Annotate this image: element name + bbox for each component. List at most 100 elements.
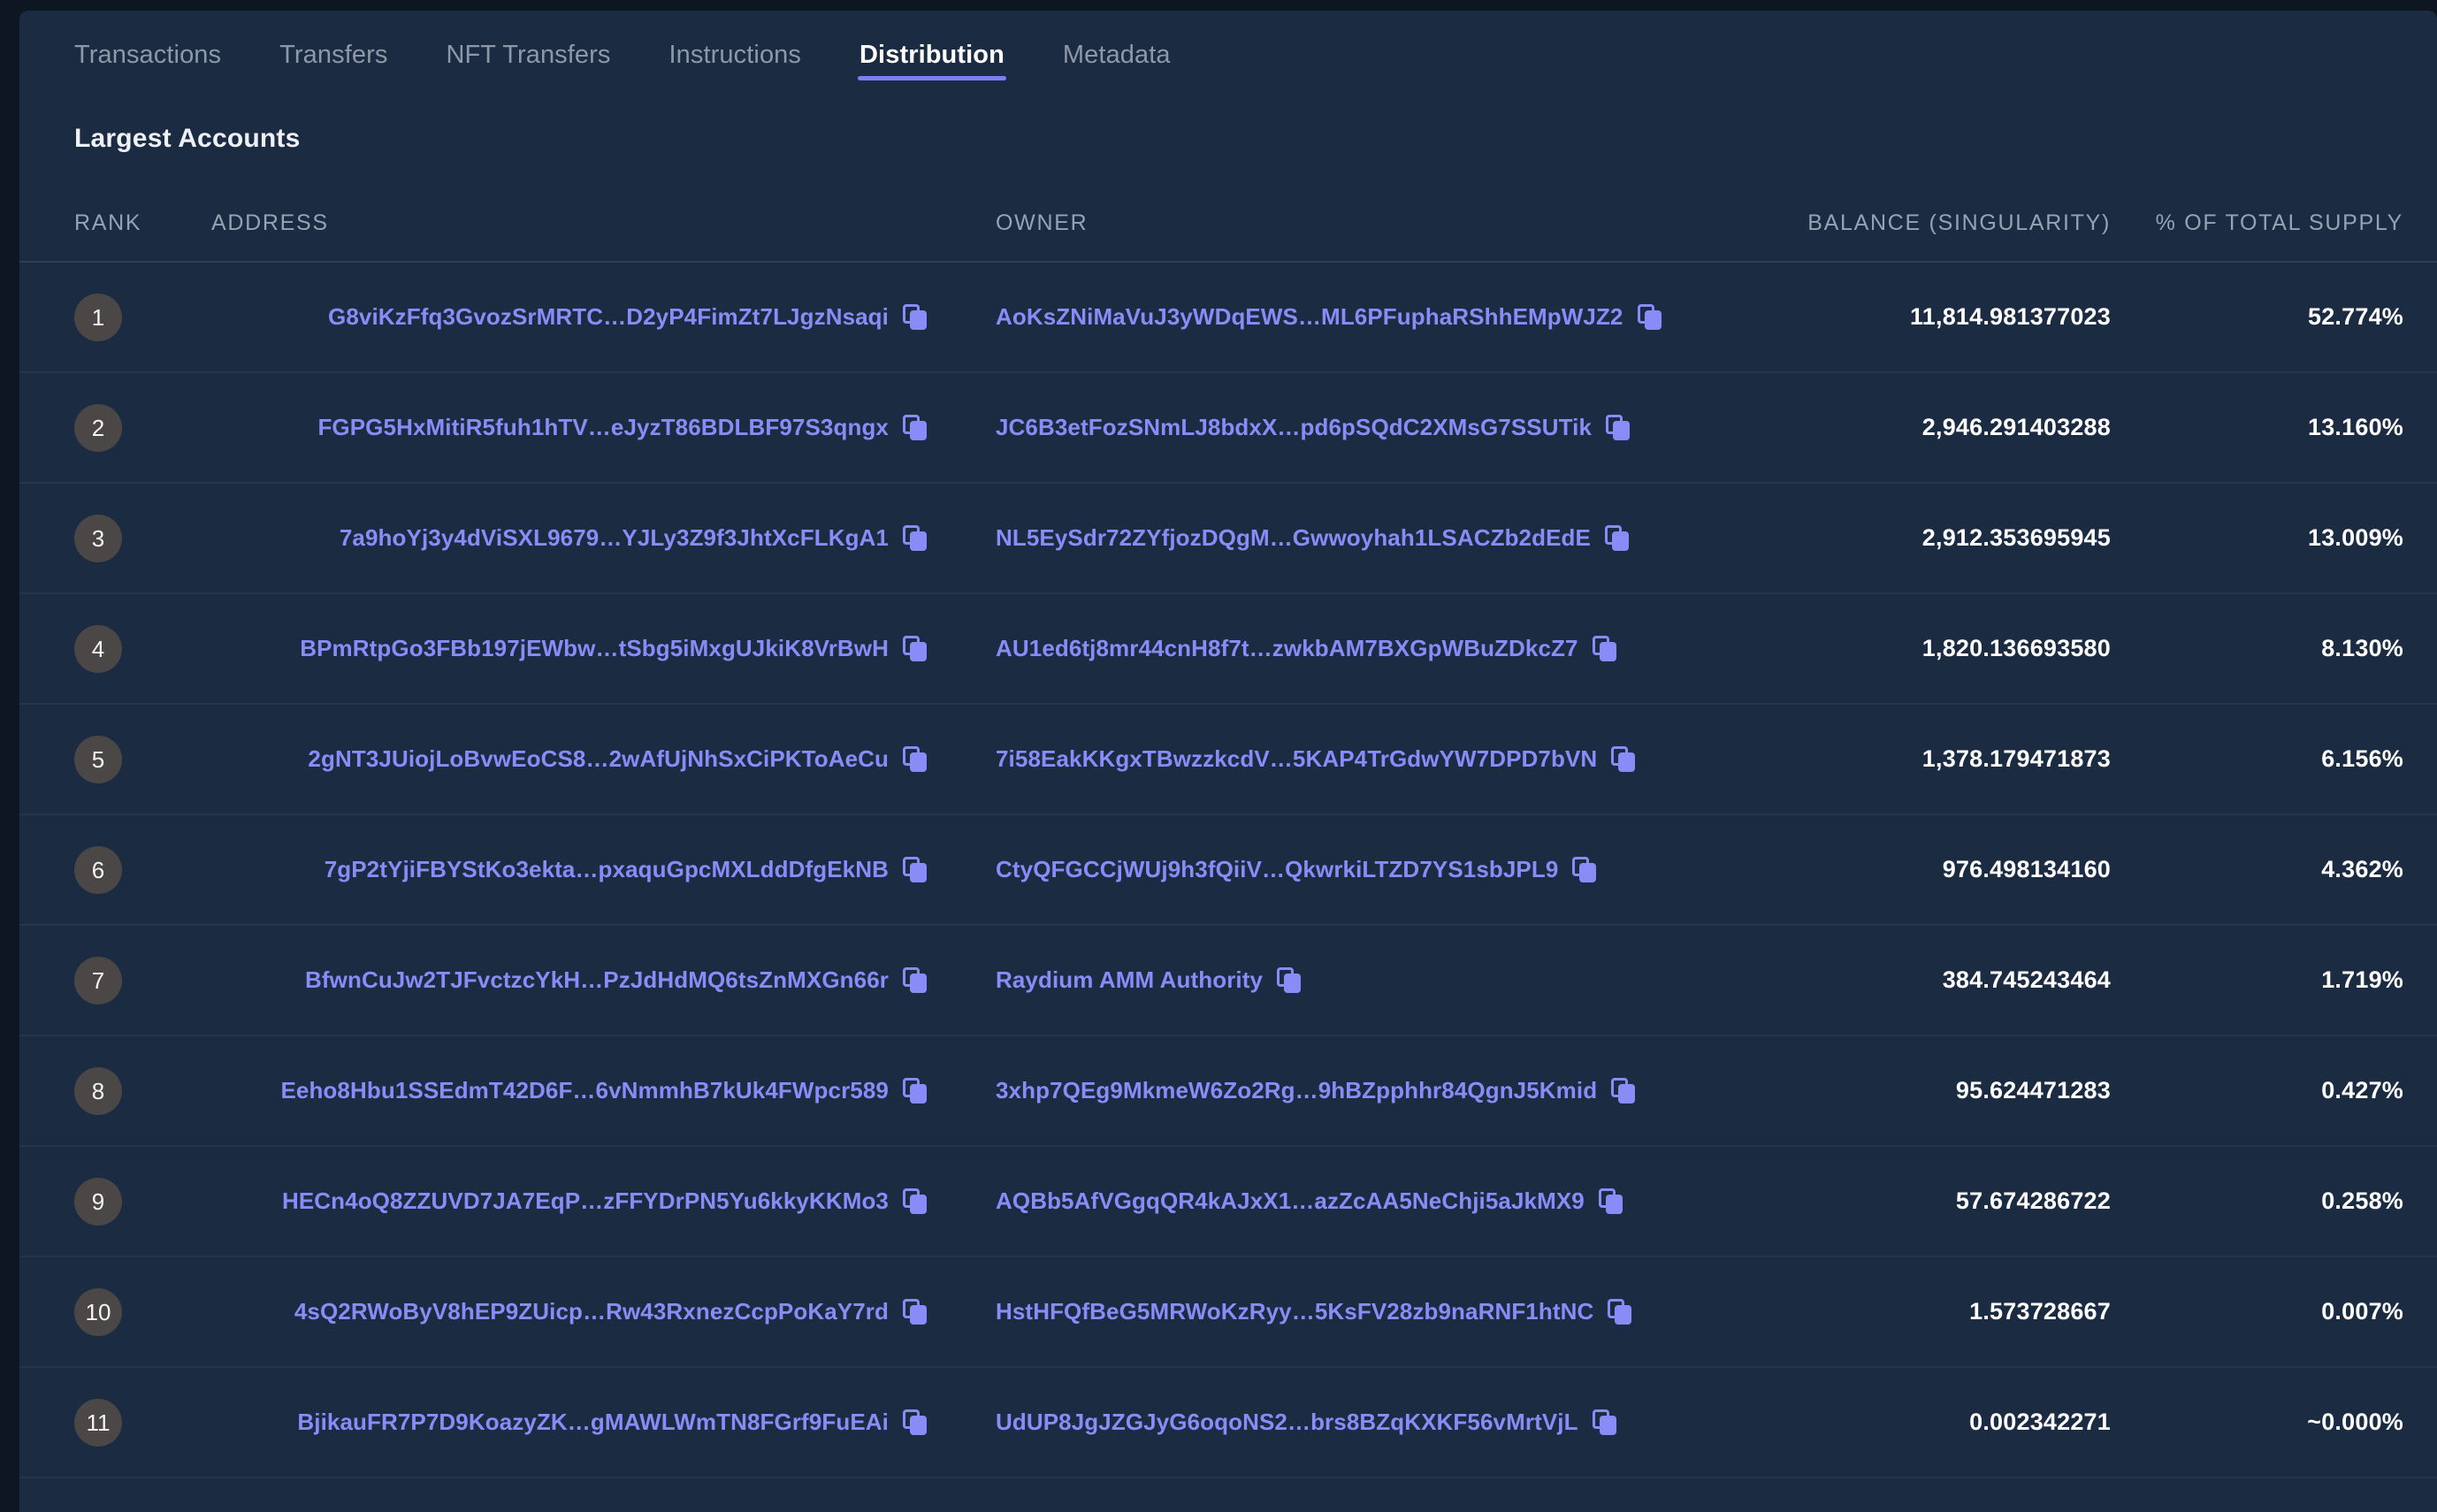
balance-value: 2,946.291403288: [1921, 414, 2111, 440]
copy-owner-icon[interactable]: [1592, 1409, 1616, 1435]
copy-address-icon[interactable]: [903, 1078, 927, 1103]
copy-address-icon[interactable]: [903, 636, 927, 661]
owner-cell: AQBb5AfVGgqQR4kAJxX1…azZcAA5NeChji5aJkMX…: [957, 1146, 1704, 1256]
address-link[interactable]: BjikauFR7P7D9KoazyZK…gMAWLWmTN8FGrf9FuEA…: [297, 1409, 889, 1436]
distribution-card: Transactions Transfers NFT Transfers Instru…: [19, 11, 2437, 1512]
column-header-rank: RANK: [74, 210, 142, 235]
address-cell: FGPG5HxMitiR5fuh1hTV…eJyzT86BDLBF97S3qng…: [174, 372, 957, 483]
copy-owner-icon[interactable]: [1572, 857, 1597, 882]
tab-metadata[interactable]: Metadata: [1063, 42, 1171, 86]
percent-value: 6.156%: [2321, 745, 2403, 772]
copy-address-icon[interactable]: [903, 415, 927, 440]
address-link[interactable]: Eeho8Hbu1SSEdmT42D6F…6vNmmhB7kUk4FWpcr58…: [280, 1077, 889, 1104]
address-link[interactable]: 4sQ2RWoByV8hEP9ZUicp…Rw43RxnezCcpPoKaY7r…: [294, 1298, 889, 1325]
rank-cell: 1: [19, 262, 174, 372]
owner-link[interactable]: AU1ed6tj8mr44cnH8f7t…zwkbAM7BXGpWBuZDkcZ…: [996, 635, 1578, 662]
largest-accounts-table: RANK ADDRESS OWNER BALANCE (SINGULARITY)…: [19, 195, 2437, 1478]
percent-value: 8.130%: [2321, 635, 2403, 661]
tab-instructions[interactable]: Instructions: [669, 42, 802, 86]
address-link[interactable]: HECn4oQ8ZZUVD7JA7EqP…zFFYDrPN5Yu6kkyKKMo…: [282, 1187, 889, 1215]
table-row: 5 2gNT3JUiojLoBvwEoCS8…2wAfUjNhSxCiPKToAe…: [19, 704, 2437, 814]
rank-badge: 8: [74, 1066, 122, 1115]
copy-address-icon[interactable]: [903, 746, 927, 772]
address-cell: 7a9hoYj3y4dViSXL9679…YJLy3Z9f3JhtXcFLKgA…: [174, 483, 957, 593]
tab-transactions[interactable]: Transactions: [74, 42, 221, 86]
copy-owner-icon[interactable]: [1637, 304, 1662, 330]
rank-cell: 6: [19, 814, 174, 925]
balance-value: 0.002342271: [1969, 1409, 2111, 1435]
rank-badge: 3: [74, 514, 122, 562]
copy-address-icon[interactable]: [903, 1409, 927, 1435]
owner-cell: 7i58EakKKgxTBwzzkcdV…5KAP4TrGdwYW7DPD7bV…: [957, 704, 1704, 814]
copy-address-icon[interactable]: [903, 304, 927, 330]
copy-owner-icon[interactable]: [1598, 1188, 1623, 1214]
table-header: RANK ADDRESS OWNER BALANCE (SINGULARITY)…: [19, 195, 2437, 262]
address-cell: BPmRtpGo3FBb197jEWbw…tSbg5iMxgUJkiK8VrBw…: [174, 593, 957, 704]
address-link[interactable]: BfwnCuJw2TJFvctzcYkH…PzJdHdMQ6tsZnMXGn66…: [305, 966, 889, 994]
column-header-percent: % OF TOTAL SUPPLY: [2155, 210, 2403, 235]
rank-badge: 11: [74, 1398, 122, 1447]
table-row: 11 BjikauFR7P7D9KoazyZK…gMAWLWmTN8FGrf9Fu…: [19, 1367, 2437, 1478]
table-header-row: RANK ADDRESS OWNER BALANCE (SINGULARITY)…: [19, 195, 2437, 262]
rank-cell: 4: [19, 593, 174, 704]
balance-value: 1,378.179471873: [1921, 745, 2111, 772]
owner-cell: AoKsZNiMaVuJ3yWDqEWS…ML6PFuphaRShhEMpWJZ…: [957, 262, 1704, 372]
owner-link[interactable]: JC6B3etFozSNmLJ8bdxX…pd6pSQdC2XMsG7SSUTi…: [996, 414, 1592, 441]
rank-cell: 8: [19, 1035, 174, 1146]
balance-value: 95.624471283: [1955, 1077, 2111, 1103]
table-row: 1 G8viKzFfq3GvozSrMRTC…D2yP4FimZt7LJgzNsa…: [19, 262, 2437, 372]
copy-owner-icon[interactable]: [1592, 636, 1616, 661]
address-link[interactable]: G8viKzFfq3GvozSrMRTC…D2yP4FimZt7LJgzNsaq…: [328, 303, 889, 331]
balance-value: 2,912.353695945: [1921, 524, 2111, 551]
balance-value: 384.745243464: [1942, 966, 2111, 993]
balance-value: 1.573728667: [1969, 1298, 2111, 1325]
copy-owner-icon[interactable]: [1611, 1078, 1636, 1103]
copy-owner-icon[interactable]: [1606, 415, 1631, 440]
address-link[interactable]: 7a9hoYj3y4dViSXL9679…YJLy3Z9f3JhtXcFLKgA…: [340, 524, 889, 552]
balance-value: 1,820.136693580: [1921, 635, 2111, 661]
tab-transfers[interactable]: Transfers: [279, 42, 387, 86]
rank-cell: 9: [19, 1146, 174, 1256]
tab-distribution[interactable]: Distribution: [858, 42, 1006, 86]
percent-value: 0.427%: [2321, 1077, 2403, 1103]
rank-badge: 10: [74, 1287, 122, 1336]
address-link[interactable]: BPmRtpGo3FBb197jEWbw…tSbg5iMxgUJkiK8VrBw…: [300, 635, 889, 662]
owner-link[interactable]: UdUP8JgJZGJyG6oqoNS2…brs8BZqKXKF56vMrtVj…: [996, 1409, 1578, 1436]
copy-owner-icon[interactable]: [1611, 746, 1636, 772]
copy-address-icon[interactable]: [903, 1299, 927, 1325]
owner-cell: Raydium AMM Authority: [957, 925, 1704, 1035]
copy-address-icon[interactable]: [903, 857, 927, 882]
owner-cell: JC6B3etFozSNmLJ8bdxX…pd6pSQdC2XMsG7SSUTi…: [957, 372, 1704, 483]
owner-link[interactable]: NL5EySdr72ZYfjozDQgM…Gwwoyhah1LSACZb2dEd…: [996, 524, 1591, 552]
copy-address-icon[interactable]: [903, 1188, 927, 1214]
rank-cell: 5: [19, 704, 174, 814]
page-root: Transactions Transfers NFT Transfers Instru…: [0, 0, 2437, 1512]
table-row: 8 Eeho8Hbu1SSEdmT42D6F…6vNmmhB7kUk4FWpcr5…: [19, 1035, 2437, 1146]
owner-cell: 3xhp7QEg9MkmeW6Zo2Rg…9hBZpphhr84QgnJ5Kmi…: [957, 1035, 1704, 1146]
owner-link[interactable]: AoKsZNiMaVuJ3yWDqEWS…ML6PFuphaRShhEMpWJZ…: [996, 303, 1623, 331]
copy-address-icon[interactable]: [903, 967, 927, 993]
copy-owner-icon[interactable]: [1604, 525, 1629, 551]
address-link[interactable]: 2gNT3JUiojLoBvwEoCS8…2wAfUjNhSxCiPKToAeC…: [308, 745, 889, 773]
percent-value: ~0.000%: [2307, 1409, 2403, 1435]
tab-nft-transfers[interactable]: NFT Transfers: [446, 42, 610, 86]
owner-link[interactable]: HstHFQfBeG5MRWoKzRyy…5KsFV28zb9naRNF1htN…: [996, 1298, 1593, 1325]
owner-link[interactable]: Raydium AMM Authority: [996, 966, 1263, 994]
rank-badge: 5: [74, 735, 122, 783]
owner-link[interactable]: CtyQFGCCjWUj9h3fQiiV…QkwrkiLTZD7YS1sbJPL…: [996, 856, 1558, 883]
owner-link[interactable]: AQBb5AfVGgqQR4kAJxX1…azZcAA5NeChji5aJkMX…: [996, 1187, 1585, 1215]
owner-link[interactable]: 7i58EakKKgxTBwzzkcdV…5KAP4TrGdwYW7DPD7bV…: [996, 745, 1597, 773]
address-link[interactable]: 7gP2tYjiFBYStKo3ekta…pxaquGpcMXLddDfgEkN…: [325, 856, 889, 883]
copy-address-icon[interactable]: [903, 525, 927, 551]
table-row: 9 HECn4oQ8ZZUVD7JA7EqP…zFFYDrPN5Yu6kkyKKM…: [19, 1146, 2437, 1256]
owner-link[interactable]: 3xhp7QEg9MkmeW6Zo2Rg…9hBZpphhr84QgnJ5Kmi…: [996, 1077, 1597, 1104]
copy-owner-icon[interactable]: [1277, 967, 1302, 993]
copy-owner-icon[interactable]: [1608, 1299, 1632, 1325]
table-row: 7 BfwnCuJw2TJFvctzcYkH…PzJdHdMQ6tsZnMXGn6…: [19, 925, 2437, 1035]
rank-cell: 7: [19, 925, 174, 1035]
balance-value: 976.498134160: [1942, 856, 2111, 882]
address-cell: HECn4oQ8ZZUVD7JA7EqP…zFFYDrPN5Yu6kkyKKMo…: [174, 1146, 957, 1256]
address-link[interactable]: FGPG5HxMitiR5fuh1hTV…eJyzT86BDLBF97S3qng…: [317, 414, 889, 441]
rank-cell: 11: [19, 1367, 174, 1478]
address-cell: 7gP2tYjiFBYStKo3ekta…pxaquGpcMXLddDfgEkN…: [174, 814, 957, 925]
